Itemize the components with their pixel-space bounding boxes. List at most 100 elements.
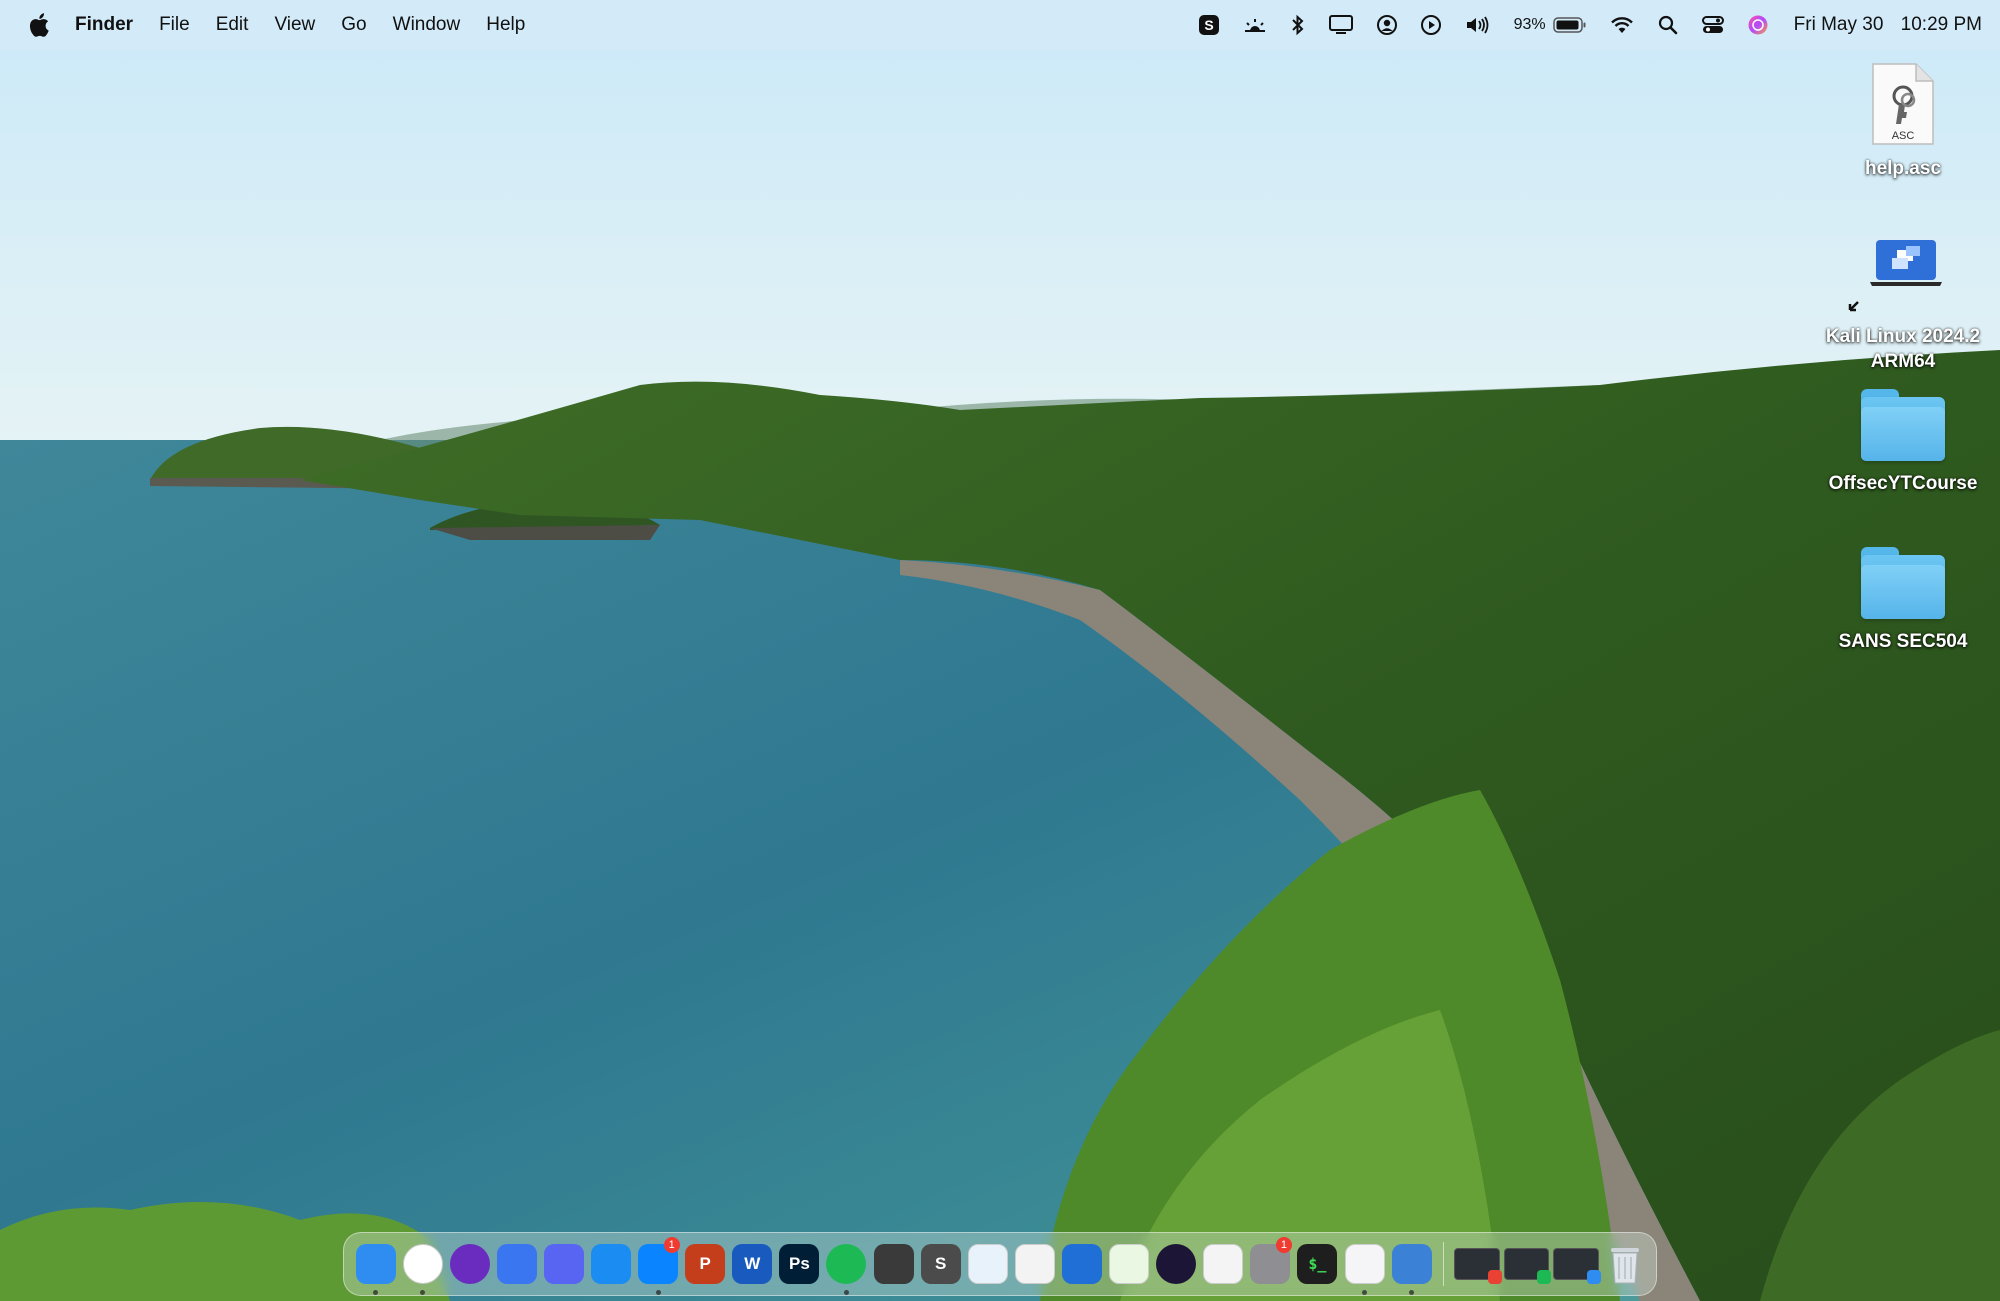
desktop-item-kali-linux-vm[interactable]: Kali Linux 2024.2 ARM64 — [1813, 234, 1993, 374]
menu-view[interactable]: View — [261, 0, 328, 50]
window-owner-badge-icon — [1537, 1270, 1552, 1284]
menu-file[interactable]: File — [146, 0, 203, 50]
circle-app-glyph — [1156, 1244, 1197, 1284]
spotify-glyph — [826, 1244, 867, 1284]
signal-icon[interactable] — [493, 1232, 540, 1296]
network-app-icon[interactable] — [1388, 1232, 1435, 1296]
minimized-finder-window[interactable] — [1553, 1248, 1602, 1284]
asc-document-icon: ASC — [1872, 63, 1934, 145]
menu-go[interactable]: Go — [328, 0, 379, 50]
xcode-glyph — [1061, 1244, 1102, 1284]
desktop-item-offsecytcourse-folder[interactable]: OffsecYTCourse — [1813, 389, 1993, 496]
photoshop-glyph: Ps — [779, 1244, 820, 1284]
dock-separator — [1443, 1242, 1445, 1286]
battery-percent: 93% — [1513, 16, 1546, 33]
xcode-icon[interactable] — [1058, 1232, 1105, 1296]
photoshop-icon[interactable]: Ps — [776, 1232, 823, 1296]
minimized-chrome-window[interactable] — [1454, 1248, 1502, 1284]
tor-browser-icon[interactable] — [446, 1232, 493, 1296]
shazam-glyph — [591, 1244, 632, 1284]
finder-icon[interactable] — [352, 1232, 399, 1296]
parallels-icon[interactable] — [1341, 1232, 1388, 1296]
keyboard-app-icon[interactable] — [870, 1232, 917, 1296]
vscode-glyph — [1014, 1244, 1055, 1284]
siri-icon[interactable] — [1736, 0, 1780, 50]
running-indicator — [1409, 1290, 1415, 1295]
wifi-icon[interactable] — [1598, 0, 1646, 50]
desktop-wallpaper — [0, 0, 2000, 1301]
trash-can-glyph — [1610, 1248, 1639, 1284]
menu-window[interactable]: Window — [380, 0, 474, 50]
final-cut-icon[interactable] — [1200, 1232, 1247, 1296]
sublime-text-glyph: S — [920, 1244, 961, 1284]
app-menu-finder[interactable]: Finder — [62, 0, 146, 50]
word-glyph: W — [732, 1244, 773, 1284]
finder-glyph — [355, 1244, 396, 1284]
desktop-item-label: Kali Linux 2024.2 ARM64 — [1825, 326, 1981, 372]
cube-app-glyph — [1109, 1244, 1150, 1284]
folder-icon — [1861, 547, 1945, 619]
clock-time: 10:29 PM — [1900, 14, 1982, 35]
signal-glyph — [496, 1244, 537, 1284]
final-cut-glyph — [1203, 1244, 1244, 1284]
display-brightness-icon[interactable] — [1231, 0, 1279, 50]
parallels-glyph — [1344, 1244, 1385, 1284]
sublime-text-icon[interactable]: S — [917, 1232, 964, 1296]
circle-app-icon[interactable] — [1153, 1232, 1200, 1296]
chrome-glyph — [402, 1244, 443, 1284]
screen-mirroring-icon[interactable] — [1317, 0, 1365, 50]
windows-app-glyph — [967, 1244, 1008, 1284]
chrome-icon[interactable] — [399, 1232, 446, 1296]
word-icon[interactable]: W — [729, 1232, 776, 1296]
powerpoint-glyph: P — [685, 1244, 726, 1284]
menu-bar-left: Finder File Edit View Go Window Help — [26, 0, 538, 50]
control-center-icon[interactable] — [1690, 0, 1736, 50]
minimized-spotify-window[interactable] — [1503, 1248, 1552, 1284]
window-owner-badge-icon — [1587, 1270, 1602, 1284]
tor-browser-glyph — [449, 1244, 490, 1284]
parallels-vm-alias-icon — [1848, 240, 1942, 312]
network-app-glyph — [1391, 1244, 1432, 1284]
discord-icon[interactable] — [540, 1232, 587, 1296]
running-indicator — [843, 1290, 849, 1295]
battery-icon — [1552, 17, 1586, 33]
desktop-item-label: SANS SEC504 — [1838, 631, 1968, 652]
menu-bar-clock[interactable]: Fri May 30 10:29 PM — [1780, 14, 1982, 36]
vscode-icon[interactable] — [1011, 1232, 1058, 1296]
dock: 1 P W Ps S 1 $_ — [343, 1232, 1657, 1296]
notification-badge: 1 — [663, 1237, 680, 1253]
apple-logo-icon[interactable] — [26, 11, 50, 39]
now-playing-icon[interactable] — [1409, 0, 1453, 50]
running-indicator — [655, 1290, 661, 1295]
bluetooth-icon[interactable] — [1279, 0, 1317, 50]
running-indicator — [373, 1290, 379, 1295]
desktop-item-help-asc[interactable]: ASC help.asc — [1813, 62, 1993, 181]
spotlight-search-icon[interactable] — [1646, 0, 1690, 50]
shazam-icon[interactable] — [587, 1232, 634, 1296]
user-account-icon[interactable] — [1365, 0, 1409, 50]
trash-icon[interactable] — [1601, 1232, 1648, 1296]
menu-bar: Finder File Edit View Go Window Help S 9… — [0, 0, 2000, 50]
cube-app-icon[interactable] — [1106, 1232, 1153, 1296]
desktop-item-sans-sec504-folder[interactable]: SANS SEC504 — [1813, 547, 1993, 654]
windows-app-icon[interactable] — [964, 1232, 1011, 1296]
skype-icon[interactable]: S — [1187, 0, 1231, 50]
menu-edit[interactable]: Edit — [203, 0, 262, 50]
svg-text:S: S — [1204, 17, 1213, 33]
discord-glyph — [543, 1244, 584, 1284]
messenger-icon[interactable]: 1 — [635, 1232, 682, 1296]
menu-bar-status-area: S 93% Fri May 30 10:29 PM — [1187, 0, 1982, 50]
volume-icon[interactable] — [1453, 0, 1503, 50]
terminal-icon[interactable]: $_ — [1294, 1232, 1341, 1296]
asc-file-badge: ASC — [1892, 130, 1915, 142]
desktop-item-label: help.asc — [1864, 158, 1942, 179]
system-settings-icon[interactable]: 1 — [1247, 1232, 1294, 1296]
folder-icon — [1861, 389, 1945, 461]
battery-indicator[interactable]: 93% — [1503, 0, 1598, 50]
terminal-glyph: $_ — [1297, 1244, 1338, 1284]
clock-date: Fri May 30 — [1793, 14, 1884, 35]
window-owner-badge-icon — [1487, 1270, 1502, 1284]
powerpoint-icon[interactable]: P — [682, 1232, 729, 1296]
spotify-icon[interactable] — [823, 1232, 870, 1296]
menu-help[interactable]: Help — [473, 0, 538, 50]
